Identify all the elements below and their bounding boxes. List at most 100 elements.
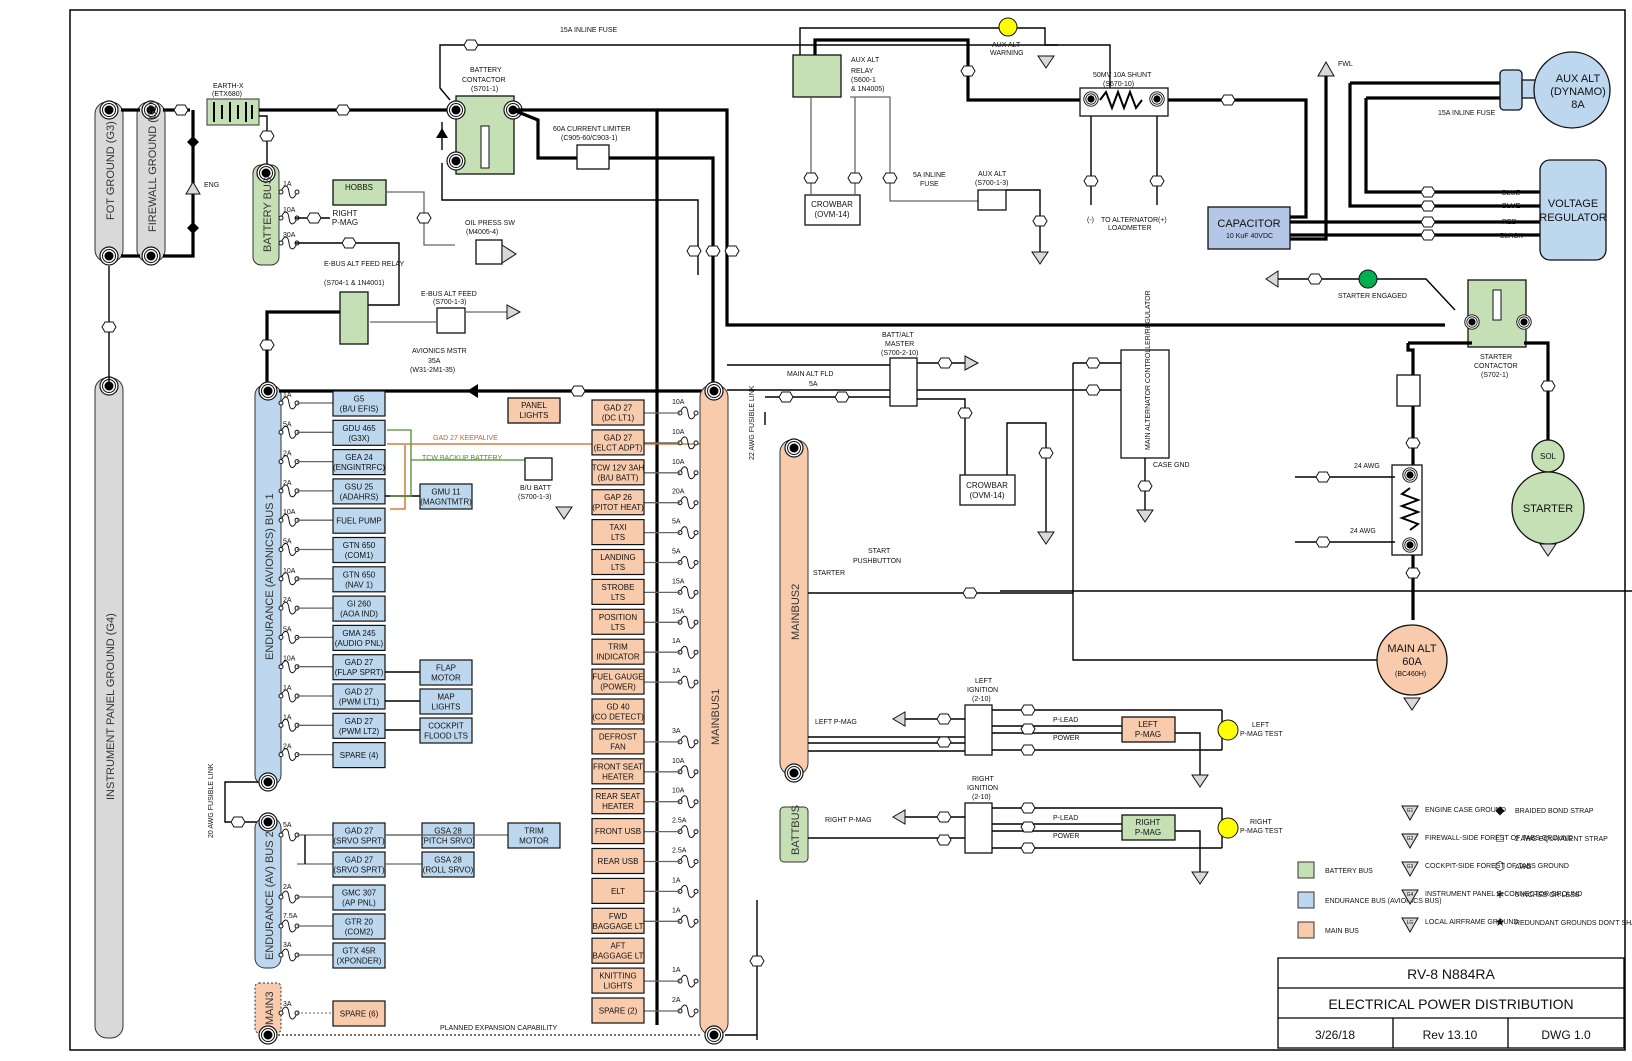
ground-label: FWL (1338, 61, 1353, 68)
fusible-link-22-label: 22 AWG FUSIBLE LINK (749, 385, 756, 460)
avionics-load-l1: FUEL PUMP (336, 517, 382, 526)
ground-fwl-icon (1317, 60, 1335, 77)
avionics-load: SPARE (4) (332, 741, 386, 769)
square-icon: □ (1496, 831, 1503, 845)
right-pmag-test-l1: RIGHT (1250, 819, 1273, 826)
bond-strap-icon (187, 222, 199, 234)
starter-contactor: STARTER CONTACTOR (S702-1) (1464, 279, 1532, 379)
main-alt-controller: MAIN ALTERNATOR CONTROLLER/REGULATOR (1120, 290, 1170, 459)
ground-eng-icon (1403, 697, 1421, 711)
breaker-rating: 30A (283, 232, 296, 239)
batt-alt-master-switch: BATT/ALT MASTER (S700-2-10) (881, 332, 918, 407)
main-load: TCW 12V 3AH(B/U BATT) (591, 459, 645, 486)
avionics-load: GDU 465(G3X) (332, 419, 386, 446)
legend-bus-label: BATTERY BUS (1325, 868, 1373, 875)
left-ignition-l1: LEFT (975, 678, 993, 685)
ebus-feed-part: (S700-1-3) (433, 299, 466, 306)
main-load-l2: LTS (611, 563, 625, 572)
panel-lights: PANEL LIGHTS (507, 397, 561, 424)
starter-contactor-part: (S702-1) (1481, 372, 1508, 379)
inline-fuse-top-label: 15A INLINE FUSE (560, 27, 618, 34)
planned-expansion-label: PLANNED EXPANSION CAPABILITY (440, 1025, 558, 1032)
voltage-regulator: VOLTAGE REGULATOR (1539, 159, 1607, 261)
endurance-bus-1: ENDURANCE (AVIONICS) BUS 1 (254, 381, 282, 792)
main-load-l1: FRONT SEAT (593, 762, 643, 771)
main-load: GD 40(CO DETECT) (591, 698, 645, 725)
avionics2-load-l1: GAD 27 (345, 827, 374, 836)
left-pmag-l1: LEFT (1138, 720, 1158, 729)
breaker-rating: 10A (672, 399, 685, 406)
star-icon: ★ (1495, 915, 1506, 929)
avionics-load-l2: (NAV 1) (345, 580, 373, 589)
main-bus1-circuit: 3A DEFROSTFAN (591, 728, 699, 755)
avionics-load-l2: (ENGINTRFC) (333, 463, 385, 472)
batt-alt-master-l1: BATT/ALT (882, 332, 914, 339)
main-alt-l2: 60A (1402, 656, 1422, 668)
keepalive-label: GAD 27 KEEPALIVE (433, 435, 498, 442)
avionics-mstr-part: (W31-2M1-35) (410, 367, 455, 374)
main-bus1-circuit: 5A LANDINGLTS (591, 548, 699, 576)
avionics-secondary-load-l2: (MAGNTMTR) (420, 498, 472, 507)
legend-symbol-label: REDUNDANT GROUNDS DON'T SHARE CONDUCTORS… (1515, 920, 1632, 927)
endurance-bus1-circuit: 1A G5(B/U EFIS) (278, 390, 386, 417)
main-load: FUEL GAUGE(POWER) (591, 668, 645, 695)
avionics2-load: GMC 307(AP PNL) (332, 884, 386, 911)
avionics-load-l2: (ADAHRS) (340, 492, 379, 501)
avionics-mstr-l1: AVIONICS MSTR (412, 348, 467, 355)
panel-lights-l1: PANEL (521, 401, 547, 410)
battery-bus-label: BATTERY BUS (262, 177, 274, 252)
fuse-5a-l2: FUSE (920, 181, 939, 188)
main-load: FWDBAGGAGE LT (591, 907, 645, 934)
avionics2-load: GTR 20(COM2) (332, 913, 386, 940)
legend-ground-code: G3 (1407, 864, 1414, 870)
start-pushbutton-l1: START (868, 548, 891, 555)
wire-color-label: BLACK (1500, 233, 1523, 240)
avionics-load-l1: GI 260 (347, 600, 372, 609)
main-bus1-circuit: 1A FWDBAGGAGE LT (591, 907, 699, 934)
hobbs-meter: HOBBS (332, 179, 387, 206)
avionics-load: GAD 27(PWM LT1) (332, 683, 386, 710)
main-bus1-circuit: 2.5A REAR USB (591, 848, 699, 875)
servo-load-l1: GSA 28 (434, 827, 462, 836)
breaker-rating: 10A (672, 758, 685, 765)
avionics2-load: GAD 27(SRVO SPRT) (332, 851, 386, 878)
breaker-rating: 1A (672, 668, 681, 675)
main-load: LANDINGLTS (591, 548, 645, 576)
schematic-canvas: FOT GROUND (G3) FIREWALL GROUND (G2) INS… (0, 0, 1632, 1056)
ebus-relay-name: E-BUS ALT FEED RELAY (324, 261, 404, 268)
main-alt-fld-label: MAIN ALT FLD (787, 371, 833, 378)
battery-name: EARTH-X (213, 83, 244, 90)
main-bus-1-label: MAINBUS1 (710, 689, 722, 745)
breaker-rating: 10A (283, 568, 296, 575)
endurance-bus2-circuit: 7.5A GTR 20(COM2) (278, 913, 386, 940)
battery-part: (ETX680) (212, 91, 242, 98)
splice-icon: ∗ (1495, 887, 1505, 901)
drawing-number: DWG 1.0 (1541, 1028, 1591, 1042)
to-alt-loadmeter-l2: LOADMETER (1108, 225, 1152, 232)
legend-swatch (1297, 921, 1315, 939)
endurance-bus2-circuit: 2A GMC 307(AP PNL) (278, 884, 386, 911)
oil-press-part: (M4005-4) (466, 229, 498, 236)
right-pmag-l1: RIGHT (1136, 818, 1161, 827)
legend-bus-label: MAIN BUS (1325, 928, 1359, 935)
servo-load-l1: TRIM (524, 827, 544, 836)
crowbar-main-name: CROWBAR (966, 481, 1008, 490)
ebus-alt-feed-relay: E-BUS ALT FEED RELAY (S704-1 & 1N4001) (324, 261, 404, 345)
capacitor-name: CAPACITOR (1217, 218, 1280, 230)
main-load-l1: ELT (611, 887, 625, 896)
ground-eng-icon (1539, 543, 1557, 557)
avionics2-load-l2: (COM2) (345, 928, 374, 937)
main-load-l1: POSITION (599, 613, 637, 622)
right-pmag-breaker-label: RIGHT P-MAG (825, 817, 872, 824)
main3-load: SPARE (6) (332, 1000, 386, 1027)
servo-load-l1: GSA 28 (434, 856, 462, 865)
bond-strap-icon (187, 136, 199, 148)
right-pmag-test-lamp-icon (1217, 817, 1239, 839)
main-bus1-circuit: 1A FUEL GAUGE(POWER) (591, 668, 699, 695)
servo-load-l2: (ROLL SRVO) (423, 866, 474, 875)
main-load: FRONT USB (591, 817, 645, 845)
ground-pnl-icon (892, 809, 906, 825)
main-load-l1: FRONT USB (595, 827, 641, 836)
starter-engaged-label: STARTER ENGAGED (1338, 293, 1407, 300)
main-bus1-circuit: 15A POSITIONLTS (591, 608, 699, 635)
